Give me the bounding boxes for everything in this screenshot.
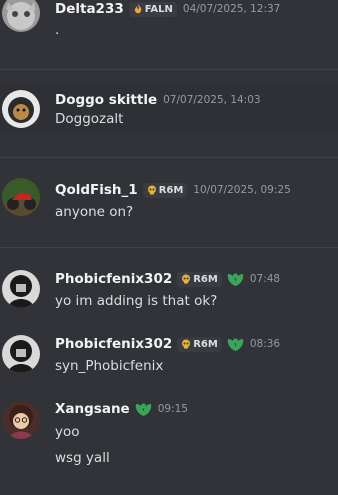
timestamp: 09:15 [157, 403, 188, 415]
username[interactable]: Doggo skittle [55, 92, 157, 108]
message-text: anyone on? [55, 204, 134, 220]
flame-icon [134, 4, 142, 14]
username[interactable]: Xangsane [55, 401, 130, 417]
tag-label: R6M [193, 338, 218, 350]
divider [0, 69, 338, 70]
divider [0, 247, 338, 248]
skull-icon [182, 274, 191, 284]
message-text: yoo [55, 424, 80, 440]
guild-tag[interactable]: R6M [177, 271, 222, 287]
skull-icon [147, 185, 156, 195]
tag-label: R6M [193, 273, 218, 285]
skull-icon [182, 339, 191, 349]
timestamp: 10/07/2025, 09:25 [193, 184, 291, 196]
username[interactable]: Delta233 [55, 1, 124, 17]
message-xangsane: Xangsane 09:15 yoo wsg yall [0, 393, 338, 473]
avatar[interactable] [2, 335, 40, 373]
avatar[interactable] [2, 0, 40, 32]
message-text: syn_Phobicfenix [55, 358, 164, 374]
message-text: . [55, 22, 60, 38]
leaf-icon[interactable] [227, 337, 244, 352]
guild-tag[interactable]: FALN [128, 1, 177, 17]
message-delta233: Delta233 FALN 04/07/2025, 12:37 . [0, 0, 338, 62]
message-text: yo im adding is that ok? [55, 293, 218, 309]
avatar[interactable] [2, 90, 40, 128]
leaf-icon[interactable] [135, 402, 152, 417]
avatar[interactable] [2, 401, 40, 439]
leaf-icon[interactable] [227, 272, 244, 287]
divider [0, 157, 338, 158]
avatar[interactable] [2, 178, 40, 216]
timestamp: 07/07/2025, 14:03 [163, 94, 261, 106]
tag-label: R6M [158, 184, 184, 196]
tag-label: FALN [144, 3, 173, 15]
username[interactable]: Phobicfenix302 [55, 271, 172, 287]
message-doggo-skittle: Doggo skittle 07/07/2025, 14:03 Doggozal… [0, 84, 338, 132]
avatar[interactable] [2, 270, 40, 308]
timestamp: 04/07/2025, 12:37 [182, 3, 281, 15]
guild-tag[interactable]: R6M [142, 182, 188, 198]
message-qoldfish: QoldFish_1 R6M 10/07/2025, 09:25 anyone … [0, 172, 338, 232]
username[interactable]: Phobicfenix302 [55, 336, 172, 352]
message-phobicfenix-1: Phobicfenix302 R6M 07:48 yo im adding is… [0, 262, 338, 322]
message-text: Doggozalt [55, 111, 124, 127]
guild-tag[interactable]: R6M [177, 336, 222, 352]
message-text: wsg yall [55, 450, 110, 466]
username[interactable]: QoldFish_1 [55, 182, 138, 198]
timestamp: 07:48 [249, 273, 281, 285]
message-phobicfenix-2: Phobicfenix302 R6M 08:36 syn_Phobicfenix [0, 331, 338, 381]
timestamp: 08:36 [249, 338, 281, 350]
